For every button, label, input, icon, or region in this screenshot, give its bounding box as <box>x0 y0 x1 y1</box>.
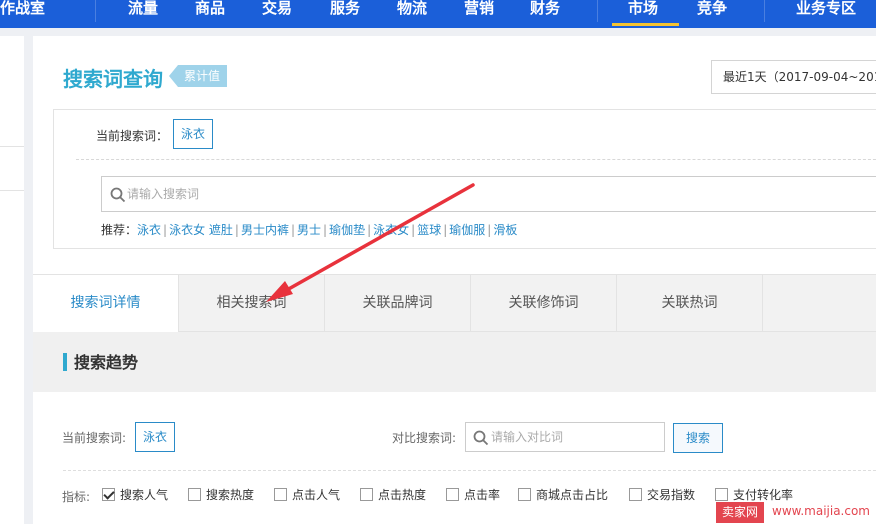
annotation-arrow <box>266 183 475 302</box>
watermark-url: www.maijia.com <box>772 504 870 518</box>
watermark-logo: 卖家网 <box>716 502 765 523</box>
watermark: 卖家网 www.maijia.com <box>716 501 876 524</box>
